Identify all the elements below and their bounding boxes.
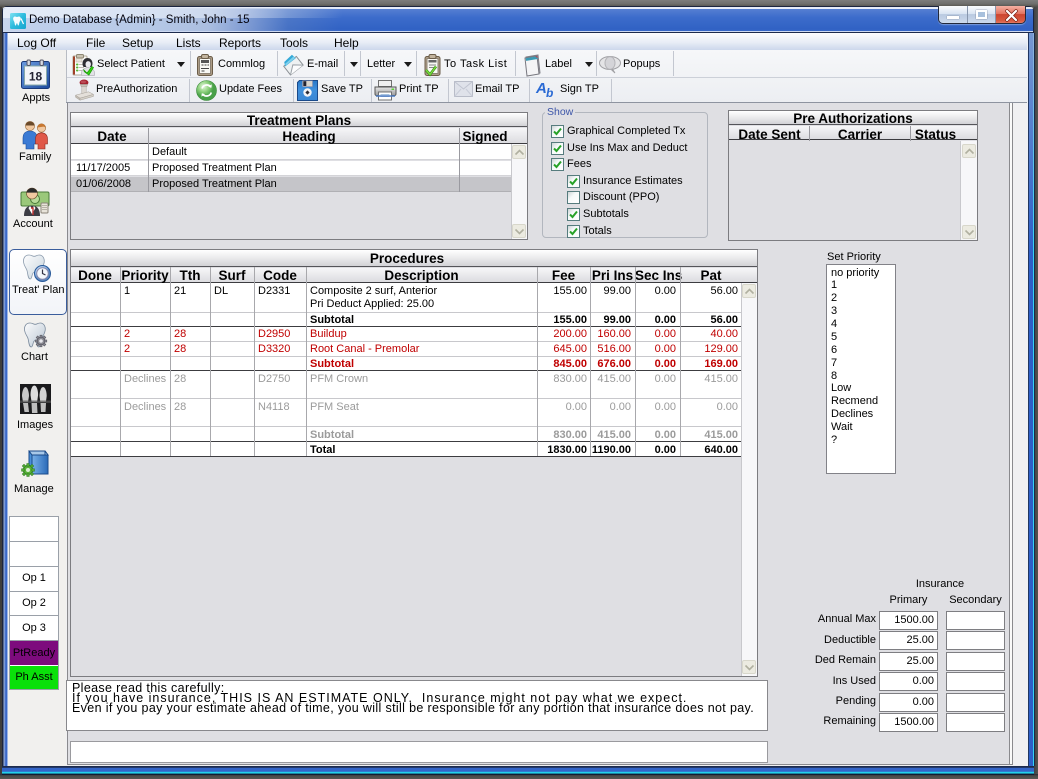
svg-text:18: 18 xyxy=(29,70,43,84)
